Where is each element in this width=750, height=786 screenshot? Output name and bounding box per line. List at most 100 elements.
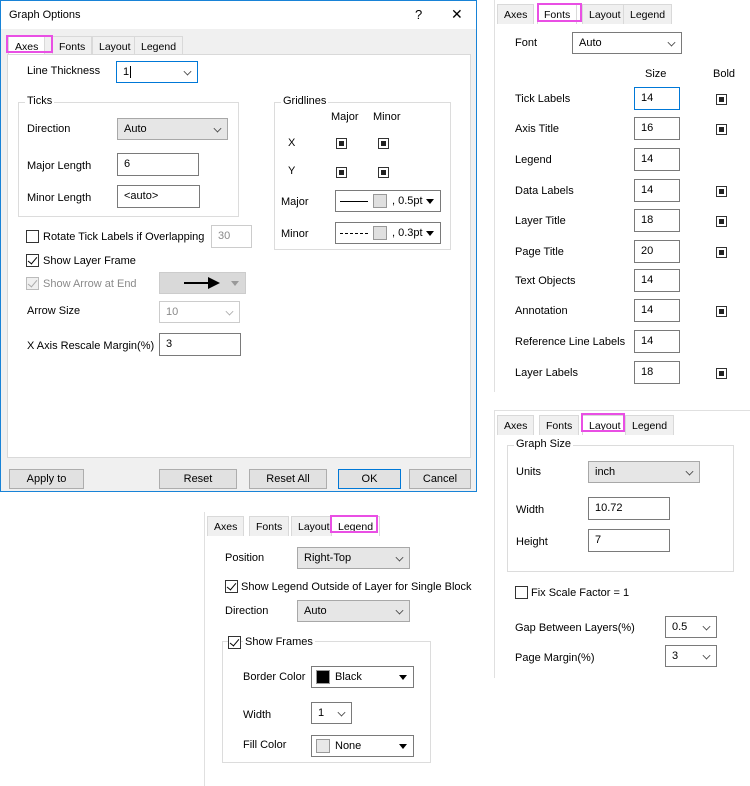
font-bold-checkbox[interactable] — [716, 186, 727, 197]
rotate-angle-input[interactable]: 30 — [211, 225, 252, 248]
line-thickness-value: 1 — [123, 66, 130, 78]
chevron-down-icon — [337, 708, 346, 717]
border-color-select[interactable]: Black — [311, 666, 414, 688]
arrow-style-select[interactable] — [159, 272, 246, 294]
major-length-input[interactable]: 6 — [117, 153, 199, 176]
font-bold-checkbox[interactable] — [716, 124, 727, 135]
font-size-input[interactable]: 14 — [634, 299, 680, 322]
font-size-input[interactable]: 18 — [634, 209, 680, 232]
x-minor-checkbox[interactable] — [378, 138, 389, 149]
solid-line-icon — [340, 201, 368, 202]
chevron-down-icon — [702, 651, 711, 660]
font-size-input[interactable]: 14 — [634, 87, 680, 110]
title-bar: Graph Options ? ✕ — [1, 1, 476, 29]
arrow-size-select[interactable]: 10 — [159, 301, 240, 323]
position-select[interactable]: Right-Top — [297, 547, 410, 569]
fill-color-label: Fill Color — [243, 739, 287, 751]
tab-legend[interactable]: Legend — [625, 415, 675, 435]
chevron-down-icon — [685, 467, 694, 476]
dropdown-arrow-icon — [426, 231, 434, 236]
frame-width-value: 1 — [318, 707, 325, 719]
fill-color-select[interactable]: None — [311, 735, 414, 757]
x-axis-rescale-input[interactable]: 3 — [159, 333, 241, 356]
tab-legend[interactable]: Legend — [623, 4, 673, 24]
show-arrow-checkbox[interactable] — [26, 277, 39, 290]
tab-fonts[interactable]: Fonts — [539, 415, 580, 435]
rotate-tick-labels-checkbox[interactable] — [26, 230, 39, 243]
font-size-input[interactable]: 14 — [634, 330, 680, 353]
page-margin-select[interactable]: 3 — [665, 645, 717, 667]
units-select[interactable]: inch — [588, 461, 700, 483]
tab-layout[interactable]: Layout — [582, 4, 628, 24]
font-size-input[interactable]: 20 — [634, 240, 680, 263]
ticks-group-title: Ticks — [25, 95, 55, 107]
cancel-button[interactable]: Cancel — [409, 469, 471, 489]
graph-size-group: Graph Size Units inch Width 10.72 Height… — [507, 438, 734, 572]
direction-value: Auto — [124, 123, 147, 135]
x-major-checkbox[interactable] — [336, 138, 347, 149]
height-input[interactable]: 7 — [588, 529, 670, 552]
frame-width-select[interactable]: 1 — [311, 702, 352, 724]
font-bold-checkbox[interactable] — [716, 306, 727, 317]
position-value: Right-Top — [304, 552, 352, 564]
line-color-swatch — [373, 226, 387, 240]
font-bold-checkbox[interactable] — [716, 247, 727, 258]
help-button[interactable]: ? — [415, 7, 422, 22]
dropdown-arrow-icon — [399, 675, 407, 680]
chevron-down-icon — [183, 67, 192, 76]
direction-select[interactable]: Auto — [117, 118, 228, 140]
fill-color-value: None — [335, 740, 362, 752]
show-frames-label: Show Frames — [243, 636, 315, 648]
width-input[interactable]: 10.72 — [588, 497, 670, 520]
layout-panel: Axes Fonts Layout Legend Graph Size Unit… — [494, 410, 750, 678]
direction-select[interactable]: Auto — [297, 600, 410, 622]
y-minor-checkbox[interactable] — [378, 167, 389, 178]
major-gridline-style-select[interactable]: , 0.5pt — [335, 190, 441, 212]
font-size-input[interactable]: 18 — [634, 361, 680, 384]
tab-layout[interactable]: Layout — [582, 415, 628, 435]
font-size-input[interactable]: 14 — [634, 269, 680, 292]
tab-layout[interactable]: Layout — [92, 36, 138, 56]
ok-button[interactable]: OK — [338, 469, 401, 489]
minor-gridline-style-select[interactable]: , 0.3pt — [335, 222, 441, 244]
apply-to-button[interactable]: Apply to — [9, 469, 84, 489]
axes-tab-content: Line Thickness 1 Ticks Direction Auto Ma… — [7, 54, 471, 458]
font-bold-checkbox[interactable] — [716, 368, 727, 379]
tab-legend[interactable]: Legend — [331, 516, 381, 536]
font-size-input[interactable]: 14 — [634, 179, 680, 202]
position-label: Position — [225, 552, 265, 564]
reset-button[interactable]: Reset — [159, 469, 237, 489]
show-frames-checkbox[interactable] — [228, 636, 241, 649]
font-select[interactable]: Auto — [572, 32, 682, 54]
frame-width-label: Width — [243, 709, 272, 721]
line-thickness-select[interactable]: 1 — [116, 61, 198, 83]
tab-axes[interactable]: Axes — [207, 516, 245, 536]
tab-axes[interactable]: Axes — [8, 36, 46, 56]
tab-layout[interactable]: Layout — [291, 516, 337, 536]
fix-scale-checkbox[interactable] — [515, 586, 528, 599]
font-size-input[interactable]: 14 — [634, 148, 680, 171]
reset-all-button[interactable]: Reset All — [249, 469, 327, 489]
close-icon[interactable]: ✕ — [451, 6, 463, 23]
minor-gridline-value: , 0.3pt — [392, 227, 423, 239]
tab-fonts[interactable]: Fonts — [537, 4, 578, 24]
border-color-label: Border Color — [243, 671, 306, 683]
tab-axes[interactable]: Axes — [497, 415, 535, 435]
arrow-right-icon — [184, 277, 220, 289]
width-label: Width — [516, 504, 545, 516]
tab-legend[interactable]: Legend — [134, 36, 184, 56]
show-legend-outside-checkbox[interactable] — [225, 580, 238, 593]
fix-scale-label: Fix Scale Factor = 1 — [531, 587, 630, 599]
font-size-input[interactable]: 16 — [634, 117, 680, 140]
tab-axes[interactable]: Axes — [497, 4, 535, 24]
y-major-checkbox[interactable] — [336, 167, 347, 178]
font-bold-checkbox[interactable] — [716, 216, 727, 227]
rotate-tick-labels-label: Rotate Tick Labels if Overlapping — [43, 231, 205, 243]
show-layer-frame-checkbox[interactable] — [26, 254, 39, 267]
minor-length-input[interactable]: <auto> — [117, 185, 200, 208]
font-bold-checkbox[interactable] — [716, 94, 727, 105]
tab-fonts[interactable]: Fonts — [52, 36, 93, 56]
gap-between-layers-select[interactable]: 0.5 — [665, 616, 717, 638]
dialog-title: Graph Options — [9, 9, 81, 21]
tab-fonts[interactable]: Fonts — [249, 516, 290, 536]
